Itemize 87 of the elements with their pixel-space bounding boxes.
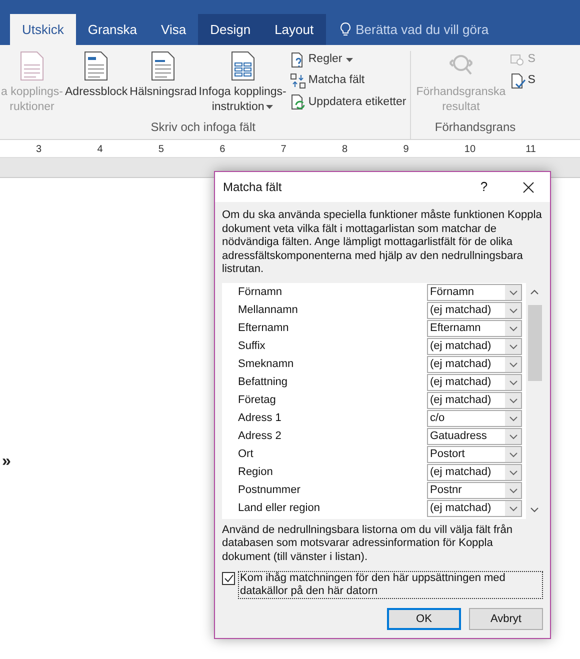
chevron-down-icon bbox=[508, 398, 518, 404]
dialog-description: Om du ska använda speciella funktioner måste funktionen Koppla dokument veta vilka fält i mottagarlistan som matchar de nödvändiga fälten. Ange lämpligt mottagarlistfält för de olika adressfältskomponenterna med hjälp av den nedrullningsbara listrutan. bbox=[221, 208, 543, 276]
help-button[interactable]: ? bbox=[462, 172, 506, 202]
field-label: Adress 2 bbox=[237, 429, 282, 444]
ribbon-tab[interactable]: Utskick bbox=[10, 14, 76, 45]
ribbon-tab[interactable]: Visa bbox=[149, 14, 198, 45]
field-label: Mellannamn bbox=[237, 303, 299, 318]
scroll-down-icon bbox=[530, 506, 539, 512]
field-dropdown[interactable]: c/o bbox=[427, 410, 522, 427]
ribbon-tab[interactable]: Layout bbox=[262, 14, 326, 45]
lightbulb-icon bbox=[340, 22, 351, 37]
ruler-number: 10 bbox=[464, 143, 476, 157]
tell-me-field[interactable]: Berätta vad du vill göra bbox=[340, 14, 489, 45]
ruler-number: 11 bbox=[526, 143, 536, 157]
ribbon-small-button[interactable]: Matcha fält bbox=[290, 72, 406, 90]
table-document-icon bbox=[230, 51, 256, 81]
refresh-document-icon bbox=[290, 94, 306, 110]
field-dropdown[interactable]: (ej matchad) bbox=[427, 302, 522, 319]
field-label: Företag bbox=[237, 393, 277, 408]
chevron-down-icon bbox=[508, 416, 518, 422]
ribbon-tab[interactable]: Design bbox=[198, 14, 263, 45]
ribbon-button[interactable]: Infoga kopplings- instruktion bbox=[198, 51, 288, 118]
ruler-number: 3 bbox=[36, 143, 42, 157]
chevron-down-icon bbox=[508, 470, 518, 476]
caret-icon bbox=[266, 104, 274, 109]
scrollbar-thumb[interactable] bbox=[528, 304, 542, 380]
chevron-down-icon bbox=[508, 434, 518, 440]
ribbon-group-label: Skriv och infoga fält bbox=[150, 119, 256, 136]
ribbon-button[interactable]: Adressblock bbox=[64, 51, 129, 118]
field-dropdown[interactable]: Efternamn bbox=[427, 320, 522, 337]
document-icon bbox=[83, 51, 110, 81]
ribbon-small-button[interactable]: Uppdatera etiketter bbox=[290, 94, 406, 111]
ruler-number: 8 bbox=[342, 143, 348, 157]
ribbon-small-button[interactable]: S bbox=[510, 72, 536, 90]
field-label: Land eller region bbox=[237, 501, 321, 516]
document-icon bbox=[150, 51, 176, 81]
ruler-number: 4 bbox=[97, 143, 103, 157]
field-dropdown[interactable]: Förnamn bbox=[427, 284, 522, 301]
document-icon bbox=[19, 51, 45, 81]
chevron-down-icon bbox=[508, 452, 518, 458]
ruler-number: 5 bbox=[158, 143, 164, 157]
scroll-up-icon bbox=[530, 288, 539, 294]
field-dropdown[interactable]: Postnr bbox=[427, 482, 522, 499]
field-label: Befattning bbox=[237, 375, 289, 390]
field-dropdown[interactable]: (ej matchad) bbox=[427, 338, 522, 355]
remember-checkbox[interactable] bbox=[222, 572, 235, 585]
dialog-button[interactable]: OK bbox=[387, 608, 461, 630]
field-label: Förnamn bbox=[237, 285, 284, 300]
ruler-number: 9 bbox=[403, 143, 409, 157]
ribbon-tab[interactable]: Granska bbox=[76, 14, 150, 45]
field-dropdown[interactable]: (ej matchad) bbox=[427, 392, 522, 409]
field-dropdown[interactable]: Postort bbox=[427, 446, 522, 463]
chevron-down-icon bbox=[508, 308, 518, 314]
chevron-down-icon bbox=[508, 326, 518, 332]
chevron-down-icon bbox=[508, 488, 518, 494]
field-dropdown[interactable]: (ej matchad) bbox=[427, 356, 522, 373]
checkmark-icon bbox=[224, 574, 234, 583]
ribbon-group-label: Förhandsgrans bbox=[434, 119, 517, 136]
ruler-number: 7 bbox=[280, 143, 286, 157]
ribbon-button[interactable]: Hälsningsrad bbox=[128, 51, 198, 118]
chevron-down-icon bbox=[508, 290, 518, 296]
field-dropdown[interactable]: (ej matchad) bbox=[427, 464, 522, 481]
field-label: Ort bbox=[237, 447, 254, 462]
field-label: Smeknamn bbox=[237, 357, 295, 372]
field-label: Suffix bbox=[237, 339, 266, 354]
field-label: Postnummer bbox=[237, 483, 302, 498]
ruler-number: 6 bbox=[220, 143, 226, 157]
chevron-down-icon bbox=[508, 506, 518, 512]
field-dropdown[interactable]: (ej matchad) bbox=[427, 374, 522, 391]
chevron-down-icon bbox=[508, 344, 518, 350]
document-text: » bbox=[2, 453, 11, 470]
field-dropdown[interactable]: (ej matchad) bbox=[427, 500, 522, 517]
dialog-title: Matcha fält bbox=[223, 179, 283, 196]
field-label: Efternamn bbox=[237, 321, 290, 336]
dialog-footer-text: Använd de nedrullningsbara listorna om du vill välja fält från databasen som motsvarar adressinformation för Koppla dokument (till vänster i listan). bbox=[221, 522, 514, 564]
dialog-button[interactable]: Avbryt bbox=[469, 608, 543, 630]
field-label: Adress 1 bbox=[237, 411, 282, 426]
chevron-down-icon bbox=[508, 362, 518, 368]
remember-label: Kom ihåg matchningen för den här uppsättningen med datakällor på den här datorn bbox=[238, 571, 543, 599]
chevron-down-icon bbox=[508, 380, 518, 386]
caret-icon bbox=[346, 58, 354, 62]
field-label: Region bbox=[237, 465, 274, 480]
match-fields-icon bbox=[290, 72, 306, 89]
field-dropdown[interactable]: Gatuadress bbox=[427, 428, 522, 445]
ribbon-small-button[interactable]: Regler bbox=[290, 51, 406, 68]
document-check-icon bbox=[510, 72, 526, 89]
close-icon bbox=[522, 182, 534, 192]
